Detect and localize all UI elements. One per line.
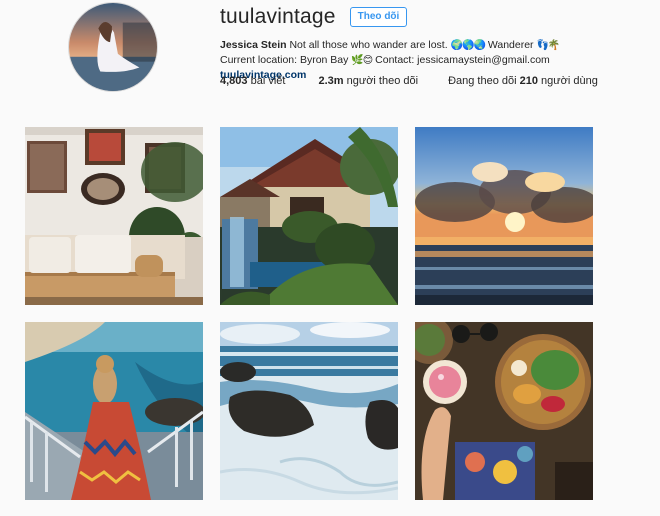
profile-full-name: Jessica Stein [220, 39, 287, 51]
post-image [220, 127, 398, 305]
bio-text: Not all those who wander are lost. [289, 39, 448, 51]
post-thumbnail-interior[interactable] [25, 127, 203, 305]
leaf-smile-emoji-icons: 🌿😊 [351, 55, 373, 66]
posts-stat: 4,803 bài viết [220, 75, 285, 87]
following-stat[interactable]: Đang theo dõi 210 người dùng [448, 75, 598, 87]
post-image [415, 127, 593, 305]
post-thumbnail-sunset[interactable] [415, 127, 593, 305]
bio-wanderer: Wanderer [487, 39, 534, 51]
follow-button[interactable]: Theo dõi [349, 7, 408, 27]
post-thumbnail-beach-stairs[interactable] [25, 322, 203, 500]
followers-stat[interactable]: 2.3m người theo dõi [318, 75, 418, 87]
bio-current-location: Current location: Byron Bay [220, 54, 349, 66]
followers-count: 2.3m [318, 75, 344, 87]
profile-avatar[interactable] [68, 2, 158, 92]
post-thumbnail-food-flatlay[interactable] [415, 322, 593, 500]
post-image [25, 322, 203, 500]
posts-count: 4,803 [220, 75, 248, 87]
following-suffix: người dùng [541, 75, 598, 87]
username-row: tuulavintage Theo dõi [220, 5, 408, 29]
post-image [415, 322, 593, 500]
profile-page: tuulavintage Theo dõi Jessica Stein Not … [0, 0, 660, 516]
footprints-emoji-icons: 👣🌴 [536, 40, 560, 51]
post-thumbnail-villa[interactable] [220, 127, 398, 305]
post-thumbnail-rocky-shore[interactable] [220, 322, 398, 500]
profile-username: tuulavintage [220, 5, 336, 28]
globe-emoji-icons: 🌍🌎🌏 [450, 40, 486, 51]
following-count: 210 [519, 75, 538, 87]
avatar-image [69, 3, 157, 91]
post-image [220, 322, 398, 500]
profile-stats: 4,803 bài viết 2.3m người theo dõi Đang … [220, 75, 631, 87]
followers-label: người theo dõi [346, 75, 419, 87]
posts-label: bài viết [250, 75, 286, 87]
bio-contact: Contact: jessicamaystein@gmail.com [375, 54, 550, 66]
following-prefix: Đang theo dõi [448, 75, 517, 87]
post-image [25, 127, 203, 305]
